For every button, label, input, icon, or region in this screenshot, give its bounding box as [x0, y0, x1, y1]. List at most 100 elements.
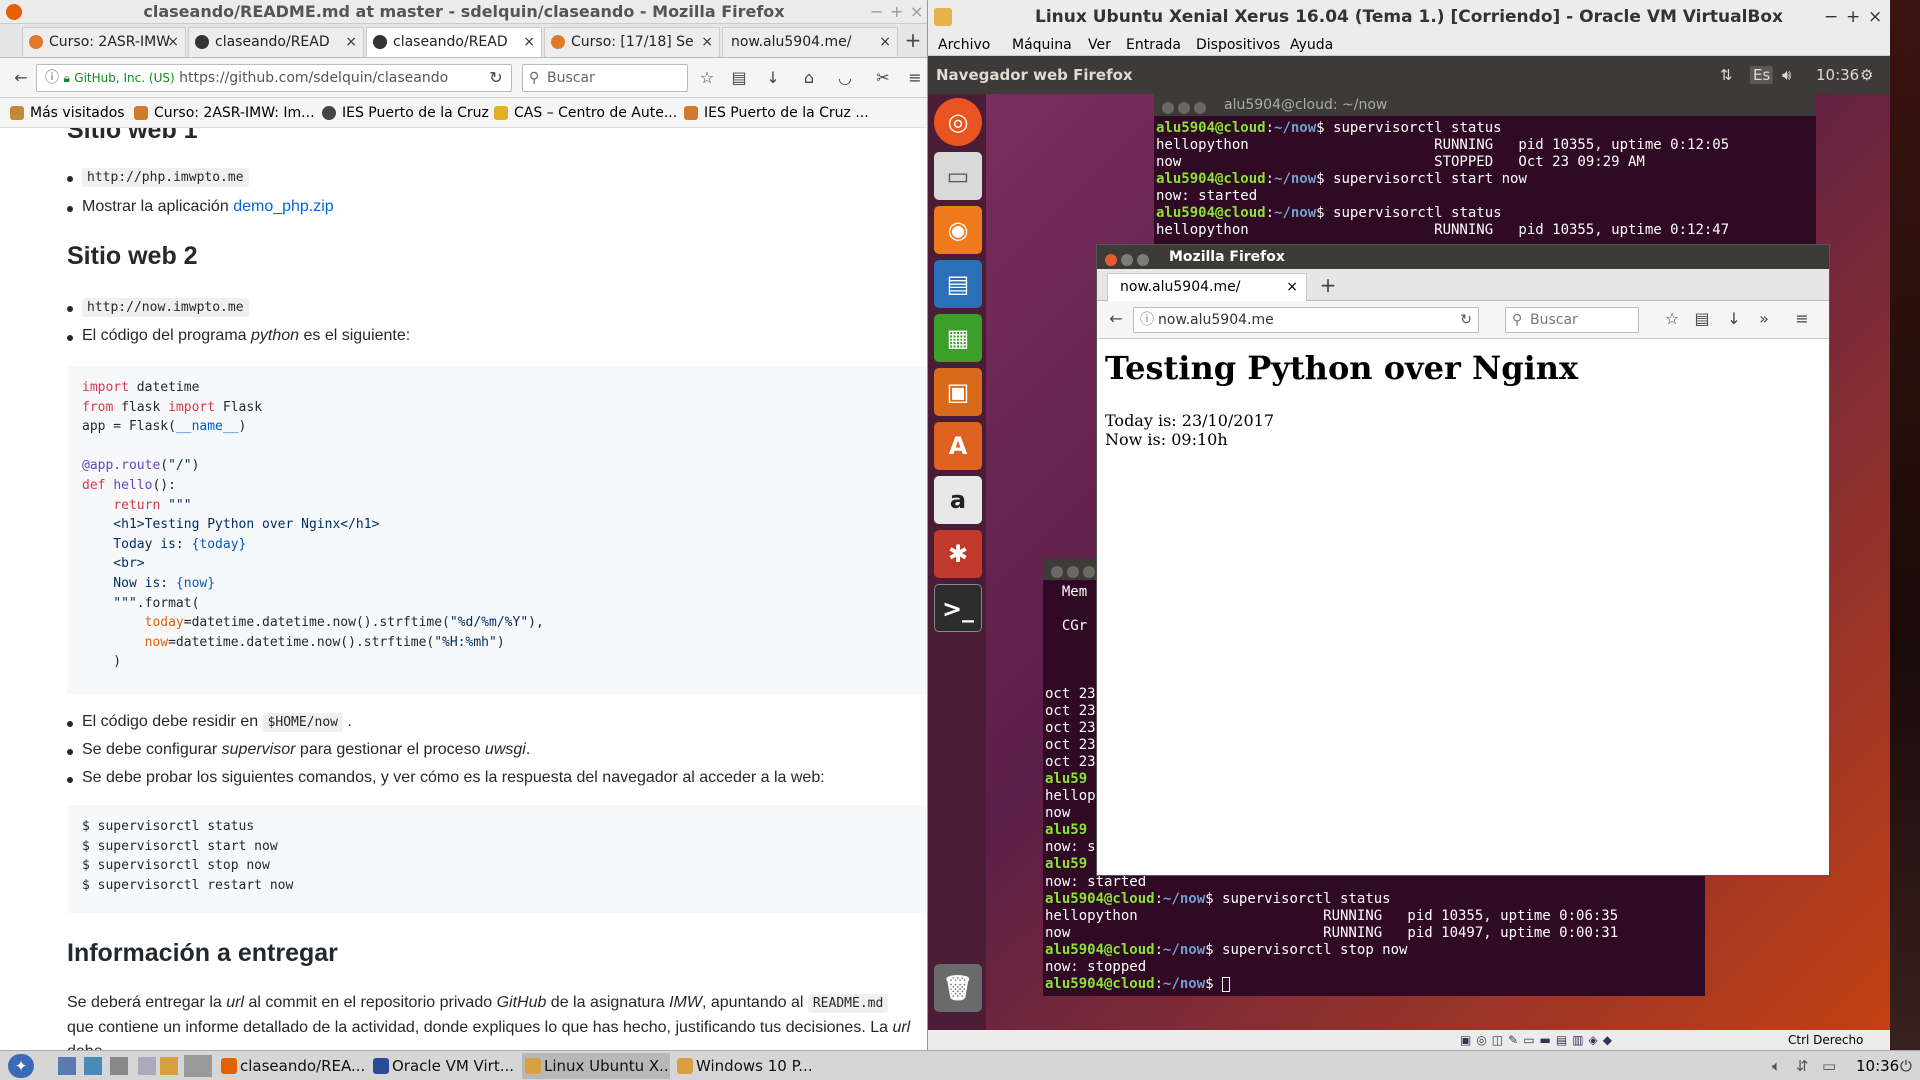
download-icon[interactable]: ↓	[760, 66, 786, 90]
clock[interactable]: 10:36	[1816, 56, 1859, 94]
close-icon[interactable]: ×	[910, 0, 923, 24]
back-arrow-icon[interactable]: ←	[8, 66, 34, 90]
python-code-block: import datetime from flask import Flask …	[67, 366, 927, 694]
screenshot-icon[interactable]: ✂	[870, 66, 896, 90]
show-desktop-icon[interactable]	[58, 1057, 76, 1075]
files-icon[interactable]: ▭	[934, 152, 982, 200]
network-icon[interactable]: ⇅	[1720, 56, 1733, 94]
minimize-icon[interactable]: −	[870, 0, 883, 24]
close-tab-icon[interactable]: ×	[701, 28, 713, 56]
window-icon[interactable]	[138, 1057, 156, 1075]
taskbar-item-windows[interactable]: Windows 10 P...	[674, 1053, 822, 1079]
reload-icon[interactable]: ↻	[1460, 308, 1472, 332]
close-tab-icon[interactable]: ×	[523, 28, 535, 56]
terminal-command-line: alu5904@cloud:~/now$ supervisorctl stop …	[1045, 942, 1408, 958]
bookmark-ies-2[interactable]: IES Puerto de la Cruz ...	[682, 98, 869, 128]
reading-list-icon[interactable]: ▤	[726, 66, 752, 90]
close-tab-icon[interactable]: ×	[345, 28, 357, 56]
bookmark-cas[interactable]: CAS – Centro de Aute...	[492, 98, 677, 128]
bookmark-star-icon[interactable]: ☆	[1659, 307, 1685, 331]
home-icon[interactable]: ⌂	[796, 66, 822, 90]
readme-content: Sitio web 1 http://php.imwpto.me Mostrar…	[0, 128, 927, 1050]
workspace-icon[interactable]	[184, 1055, 212, 1077]
demo-php-link[interactable]: demo_php.zip	[233, 198, 334, 215]
tab-now[interactable]: now.alu5904.me/×	[722, 27, 898, 57]
new-tab-button[interactable]: +	[900, 28, 926, 52]
reload-icon[interactable]: ↻	[484, 66, 508, 90]
ubuntu-logo-icon[interactable]: ◎	[934, 98, 982, 146]
taskbar-item-virtualbox[interactable]: Oracle VM Virt...	[370, 1053, 518, 1079]
file-manager-icon[interactable]	[84, 1057, 102, 1075]
impress-icon[interactable]: ▣	[934, 368, 982, 416]
terminal-output-line: Mem	[1045, 584, 1088, 600]
tab-readme-active[interactable]: claseando/READ ×	[366, 27, 542, 57]
tab-curso-se[interactable]: Curso: [17/18] Se ×	[544, 27, 720, 57]
new-tab-button[interactable]: +	[1315, 273, 1341, 297]
search-input[interactable]: ⚲ Buscar	[522, 64, 688, 92]
tab-readme-1[interactable]: claseando/READ ×	[188, 27, 364, 57]
url-bar[interactable]: ⓘ now.alu5904.me ↻	[1133, 307, 1479, 333]
writer-icon[interactable]: ▤	[934, 260, 982, 308]
menu-ayuda[interactable]: Ayuda	[1290, 34, 1333, 56]
firefox-icon[interactable]: ◉	[934, 206, 982, 254]
amazon-icon[interactable]: a	[934, 476, 982, 524]
volume-icon[interactable]: 🔊︎	[1782, 56, 1791, 94]
url-bar[interactable]: ⓘ 🔒︎ GitHub, Inc. (US) https://github.co…	[36, 64, 512, 92]
search-input[interactable]: ⚲ Buscar	[1505, 307, 1639, 333]
terminal-output-line: now	[1045, 805, 1071, 821]
menu-icon[interactable]: ≡	[902, 66, 927, 90]
menu-dispositivos[interactable]: Dispositivos	[1196, 34, 1280, 56]
network-icon[interactable]: ⇵	[1796, 1051, 1809, 1080]
power-icon[interactable]: ⏻	[1900, 1051, 1912, 1080]
terminal-icon[interactable]: >_	[934, 584, 982, 632]
taskbar-item-firefox[interactable]: claseando/REA...	[218, 1053, 366, 1079]
maximize-icon[interactable]: +	[1846, 0, 1860, 34]
command-text: supervisorctl start now	[1333, 171, 1527, 187]
window-buttons[interactable]	[1051, 563, 1101, 578]
minimize-icon[interactable]: −	[1824, 0, 1838, 34]
settings-icon[interactable]: ✱	[934, 530, 982, 578]
window-buttons[interactable]	[1105, 250, 1155, 266]
close-tab-icon[interactable]: ×	[879, 28, 891, 56]
software-center-icon[interactable]: A	[934, 422, 982, 470]
menu-archivo[interactable]: Archivo	[938, 34, 990, 56]
list-item: El código del programa python es el sigu…	[66, 327, 411, 344]
gear-icon[interactable]: ⚙	[1860, 56, 1873, 94]
pocket-icon[interactable]: ◡	[832, 66, 858, 90]
site-identity[interactable]: GitHub, Inc. (US)	[74, 71, 174, 85]
start-menu-icon[interactable]: ✦	[8, 1054, 34, 1078]
bookmark-star-icon[interactable]: ☆	[694, 66, 720, 90]
terminal-command-line: alu5904@cloud:~/now$ supervisorctl statu…	[1045, 891, 1391, 907]
tab-curso[interactable]: Curso: 2ASR-IMW ×	[22, 27, 186, 57]
menu-entrada[interactable]: Entrada	[1126, 34, 1181, 56]
info-icon[interactable]: ⓘ	[1140, 308, 1154, 332]
menu-icon[interactable]: ≡	[1789, 307, 1815, 331]
bookmark-curso[interactable]: Curso: 2ASR-IMW: Im...	[132, 98, 315, 128]
back-arrow-icon[interactable]: ←	[1103, 307, 1129, 331]
close-tab-icon[interactable]: ×	[167, 28, 179, 56]
trash-icon[interactable]: 🗑︎	[934, 964, 982, 1012]
calc-icon[interactable]: ▦	[934, 314, 982, 362]
info-icon[interactable]: ⓘ	[45, 70, 59, 86]
bookmark-mas-visitados[interactable]: Más visitados	[8, 98, 125, 128]
menu-ver[interactable]: Ver	[1088, 34, 1111, 56]
close-icon[interactable]: ×	[1868, 0, 1882, 34]
keyboard-layout[interactable]: Es	[1750, 66, 1774, 84]
terminal-icon[interactable]	[110, 1057, 128, 1075]
volume-icon[interactable]: 🔈︎	[1772, 1051, 1781, 1080]
taskbar-item-ubuntu[interactable]: Linux Ubuntu X...	[522, 1053, 670, 1079]
window-buttons[interactable]	[1162, 99, 1212, 114]
virtualbox-icon[interactable]	[160, 1057, 178, 1075]
reading-list-icon[interactable]: ▤	[1689, 307, 1715, 331]
overflow-icon[interactable]: »	[1751, 307, 1777, 331]
menu-maquina[interactable]: Máquina	[1012, 34, 1072, 56]
display-icon[interactable]: ▭	[1822, 1051, 1836, 1080]
bookmark-ies-1[interactable]: IES Puerto de la Cruz	[320, 98, 489, 128]
maximize-icon[interactable]: +	[890, 0, 903, 24]
close-tab-icon[interactable]: ×	[1286, 274, 1298, 300]
tab-now[interactable]: now.alu5904.me/×	[1107, 273, 1307, 301]
device-icons[interactable]: ▣◎◫✎▭▬▤▥◈◆	[1460, 1030, 1617, 1050]
download-icon[interactable]: ↓	[1721, 307, 1747, 331]
window-title: Linux Ubuntu Xenial Xerus 16.04 (Tema 1.…	[1034, 7, 1784, 27]
url-text[interactable]: https://github.com/sdelquin/claseando	[179, 70, 448, 86]
